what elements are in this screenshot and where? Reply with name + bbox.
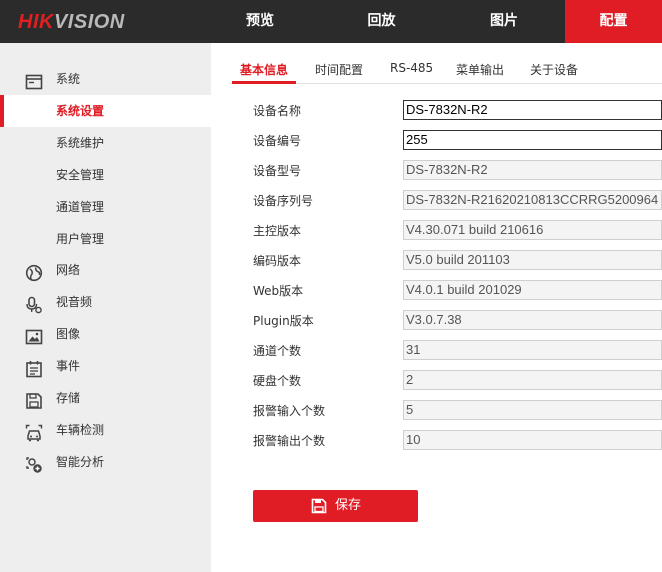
sidebar-item-label: 系统维护	[56, 136, 105, 150]
save-button-label: 保存	[335, 498, 362, 513]
sidebar-item-label: 安全管理	[56, 168, 105, 182]
sidebar-item-label: 图像	[56, 327, 81, 341]
field-label: 设备名称	[253, 104, 302, 118]
sidebar-item-user-management[interactable]: 用户管理	[0, 223, 211, 255]
sidebar-item-system-maintenance[interactable]: 系统维护	[0, 127, 211, 159]
floppy-icon	[25, 390, 43, 409]
sidebar-item-label: 智能分析	[56, 455, 105, 469]
microphone-icon	[25, 294, 43, 314]
save-button[interactable]: 保存	[253, 490, 418, 522]
tab-basic-info[interactable]: 基本信息	[240, 61, 288, 78]
floppy-save-icon	[311, 498, 327, 514]
serial-number-field: DS-7832N-R21620210813CCRRG5200964	[403, 190, 662, 210]
sidebar-item-network[interactable]: 网络	[0, 254, 211, 286]
sidebar-item-image[interactable]: 图像	[0, 318, 211, 350]
active-tab-indicator	[232, 81, 296, 84]
field-label: 设备型号	[253, 164, 302, 178]
alarm-input-count-field: 5	[403, 400, 662, 420]
alarm-output-count-field: 10	[403, 430, 662, 450]
field-label: 报警输入个数	[253, 404, 326, 418]
nav-playback[interactable]: 回放	[320, 0, 443, 43]
hdd-count-field: 2	[403, 370, 662, 390]
sidebar-item-label: 通道管理	[56, 200, 105, 214]
form-row-device-number: 设备编号 255	[253, 130, 662, 150]
device-model-field: DS-7832N-R2	[403, 160, 662, 180]
tab-menu-output[interactable]: 菜单输出	[456, 61, 504, 78]
device-name-input[interactable]: DS-7832N-R2	[403, 100, 662, 120]
field-label: 报警输出个数	[253, 434, 326, 448]
form-row-channel-count: 通道个数 31	[253, 340, 662, 360]
sidebar-item-label: 车辆检测	[56, 423, 105, 437]
hikvision-logo: HIKVISION	[18, 11, 125, 33]
sidebar-item-label: 系统设置	[56, 104, 105, 118]
sidebar-item-smart-analysis[interactable]: 智能分析	[0, 446, 211, 478]
field-label: 主控版本	[253, 224, 302, 238]
sidebar-item-event[interactable]: 事件	[0, 350, 211, 382]
car-icon	[25, 422, 43, 442]
field-label: Web版本	[253, 284, 304, 298]
plugin-version-field: V3.0.7.38	[403, 310, 662, 330]
form-row-alarm-input-count: 报警输入个数 5	[253, 400, 662, 420]
device-number-input[interactable]: 255	[403, 130, 662, 150]
sidebar-item-label: 存储	[56, 391, 81, 405]
encoding-version-field: V5.0 build 201103	[403, 250, 662, 270]
sidebar-item-system-settings[interactable]: 系统设置	[0, 95, 211, 127]
sidebar-item-label: 系统	[56, 72, 81, 86]
form-row-alarm-output-count: 报警输出个数 10	[253, 430, 662, 450]
smart-analysis-icon	[25, 454, 43, 473]
field-label: 通道个数	[253, 344, 302, 358]
tab-time-settings[interactable]: 时间配置	[315, 61, 363, 78]
form-row-plugin-version: Plugin版本 V3.0.7.38	[253, 310, 662, 330]
nav-preview[interactable]: 预览	[200, 0, 320, 43]
sidebar-item-label: 网络	[56, 263, 81, 277]
form-row-web-version: Web版本 V4.0.1 build 201029	[253, 280, 662, 300]
sidebar-item-storage[interactable]: 存储	[0, 382, 211, 414]
form-row-hdd-count: 硬盘个数 2	[253, 370, 662, 390]
top-navigation-bar: HIKVISION 预览 回放 图片 配置	[0, 0, 662, 43]
sidebar-item-system[interactable]: 系统	[0, 63, 211, 95]
system-window-icon	[25, 71, 43, 90]
web-version-field: V4.0.1 build 201029	[403, 280, 662, 300]
form-row-encoding-version: 编码版本 V5.0 build 201103	[253, 250, 662, 270]
calendar-icon	[25, 358, 43, 378]
field-label: 设备编号	[253, 134, 302, 148]
form-row-device-model: 设备型号 DS-7832N-R2	[253, 160, 662, 180]
image-icon	[25, 326, 43, 345]
field-label: 硬盘个数	[253, 374, 302, 388]
field-label: 设备序列号	[253, 194, 314, 208]
tab-rs485[interactable]: RS-485	[390, 61, 433, 75]
sidebar-item-security[interactable]: 安全管理	[0, 159, 211, 191]
tab-about-device[interactable]: 关于设备	[530, 61, 578, 78]
nav-picture[interactable]: 图片	[443, 0, 565, 43]
globe-icon	[25, 262, 43, 282]
form-row-device-name: 设备名称 DS-7832N-R2	[253, 100, 662, 120]
sidebar-item-label: 事件	[56, 359, 81, 373]
nav-configuration[interactable]: 配置	[565, 0, 662, 43]
sidebar-item-video-audio[interactable]: 视音频	[0, 286, 211, 318]
form-row-serial-number: 设备序列号 DS-7832N-R21620210813CCRRG5200964	[253, 190, 662, 210]
firmware-version-field: V4.30.071 build 210616	[403, 220, 662, 240]
form-row-firmware-version: 主控版本 V4.30.071 build 210616	[253, 220, 662, 240]
field-label: 编码版本	[253, 254, 302, 268]
sidebar: 系统 系统设置 系统维护 安全管理 通道管理 用户管理 网络 视音频 图像 事件…	[0, 43, 211, 572]
sidebar-item-vehicle-detection[interactable]: 车辆检测	[0, 414, 211, 446]
sidebar-item-channel-management[interactable]: 通道管理	[0, 191, 211, 223]
sidebar-item-label: 用户管理	[56, 232, 105, 246]
field-label: Plugin版本	[253, 314, 314, 328]
sidebar-item-label: 视音频	[56, 295, 93, 309]
channel-count-field: 31	[403, 340, 662, 360]
